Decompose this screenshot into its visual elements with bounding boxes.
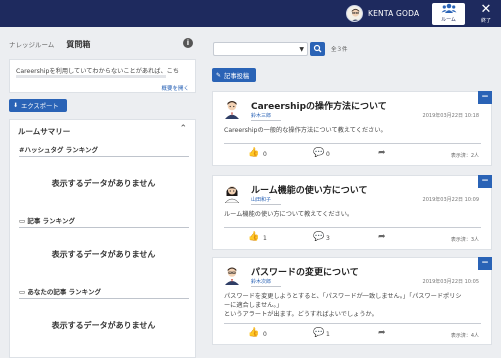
post-title[interactable]: ルーム機能の使い方について <box>251 183 367 196</box>
room-button-label: ルーム <box>441 17 456 23</box>
edit-icon: ✎ <box>216 71 222 79</box>
post-date: 2019年03月22日 10:18 <box>422 113 479 119</box>
my-article-ranking-empty: 表示するデータがありません <box>51 321 156 330</box>
collapse-button[interactable]: − <box>478 257 492 270</box>
comment-icon[interactable]: 💬 <box>313 148 324 158</box>
post-divider <box>224 227 481 228</box>
search-button[interactable] <box>310 42 325 56</box>
post-card[interactable]: − ルーム機能の使い方について 山田和子 2019年03月22日 10:09 ル… <box>212 175 492 250</box>
post-author[interactable]: 山田和子 <box>251 196 281 205</box>
chevron-up-icon[interactable]: ⌃ <box>179 124 187 134</box>
my-article-ranking-heading: ▭ あなたの記事 ランキング <box>19 286 189 299</box>
info-icon[interactable]: i <box>183 38 193 48</box>
left-panel: ナレッジルーム 質問箱 i Careershipを利用していてわからないことがあ… <box>0 27 204 358</box>
export-button[interactable]: ⬇ エクスポート <box>9 99 67 112</box>
post-body: ルーム機能の使い方について教えてください。 <box>224 211 354 218</box>
summary-title: ルームサマリー <box>18 127 71 136</box>
like-count: 0 <box>263 151 267 158</box>
thumbs-up-icon[interactable]: 👍 <box>248 232 259 242</box>
chevron-down-icon: ▼ <box>299 46 304 53</box>
post-title[interactable]: パスワードの変更について <box>251 265 359 278</box>
author-avatar <box>223 265 241 285</box>
comment-icon[interactable]: 💬 <box>313 232 324 242</box>
post-author[interactable]: 鈴木次郎 <box>251 278 281 287</box>
export-button-label: エクスポート <box>21 103 59 110</box>
exit-button[interactable]: ✕ 終了 <box>474 3 498 25</box>
avatar <box>346 5 363 22</box>
comment-count: 3 <box>326 235 330 242</box>
thumbs-up-icon[interactable]: 👍 <box>248 148 259 158</box>
room-description: Careershipを利用していてわからないことがあれば、こち 概要を開く <box>9 59 196 93</box>
share-icon[interactable]: ➦ <box>378 328 386 338</box>
filter-select[interactable]: ▼ <box>213 42 308 56</box>
collapse-button[interactable]: − <box>478 91 492 104</box>
breadcrumb-root[interactable]: ナレッジルーム <box>9 41 54 49</box>
view-count: 表示済：2人 <box>450 153 479 159</box>
like-count: 1 <box>263 235 267 242</box>
post-divider <box>224 323 481 324</box>
comment-count: 1 <box>326 331 330 338</box>
post-divider <box>224 143 481 144</box>
new-post-button[interactable]: ✎ 記事投稿 <box>212 68 256 82</box>
like-count: 0 <box>263 331 267 338</box>
description-faded-line <box>16 74 186 79</box>
close-icon: ✕ <box>480 2 492 17</box>
room-button[interactable]: ルーム <box>432 3 465 25</box>
share-icon[interactable]: ➦ <box>378 232 386 242</box>
download-icon: ⬇ <box>13 102 19 109</box>
search-icon <box>313 44 322 58</box>
breadcrumb: ナレッジルーム 質問箱 <box>9 39 90 50</box>
username: KENTA GODA <box>368 9 420 18</box>
author-avatar <box>223 183 241 204</box>
hashtag-ranking-label: #ハッシュタグ ランキング <box>19 146 99 154</box>
post-body-line: ーに適合しません。」 <box>224 302 283 309</box>
post-body: Careershipの一般的な操作方法について教えてください。 <box>224 127 387 134</box>
hashtag-ranking-empty: 表示するデータがありません <box>51 179 156 188</box>
user-menu[interactable]: KENTA GODA <box>346 4 419 23</box>
page-title: 質問箱 <box>66 40 91 49</box>
view-count: 表示済：4人 <box>450 333 479 339</box>
post-body-line: パスワードを変更しようとすると、「パスワードが一致しません。」「パスワードポリシ <box>224 293 462 300</box>
thumbs-up-icon[interactable]: 👍 <box>248 328 259 338</box>
post-card[interactable]: − Careershipの操作方法について 鈴木三郎 2019年03月22日 1… <box>212 91 492 166</box>
post-title[interactable]: Careershipの操作方法について <box>251 99 387 112</box>
share-icon[interactable]: ➦ <box>378 148 386 158</box>
author-avatar <box>223 99 241 119</box>
post-body-line: というアラートが出ます。どうすればよいでしょうか。 <box>224 311 378 318</box>
top-bar: KENTA GODA ルーム ✕ 終了 <box>0 0 501 27</box>
exit-button-label: 終了 <box>480 18 491 24</box>
post-card[interactable]: − パスワードの変更について 鈴木次郎 2019年03月22日 10:05 パス… <box>212 257 492 345</box>
collapse-button[interactable]: − <box>478 175 492 188</box>
article-ranking-heading: ▭ 記事 ランキング <box>19 215 189 228</box>
post-date: 2019年03月22日 10:05 <box>422 279 479 285</box>
users-icon <box>441 3 457 16</box>
view-count: 表示済：3人 <box>450 237 479 243</box>
expand-description-link[interactable]: 概要を開く <box>161 84 189 92</box>
article-ranking-empty: 表示するデータがありません <box>51 250 156 259</box>
new-post-label: 記事投稿 <box>224 72 250 80</box>
post-date: 2019年03月22日 10:09 <box>422 197 479 203</box>
article-ranking-label: 記事 ランキング <box>27 217 75 225</box>
my-article-ranking-label: あなたの記事 ランキング <box>27 288 101 296</box>
post-author[interactable]: 鈴木三郎 <box>251 112 281 121</box>
room-summary: ルームサマリー ⌃ #ハッシュタグ ランキング 表示するデータがありません ▭ … <box>9 119 196 358</box>
comment-count: 0 <box>326 151 330 158</box>
hashtag-ranking-heading: #ハッシュタグ ランキング <box>19 144 189 157</box>
comment-icon[interactable]: 💬 <box>313 328 324 338</box>
result-count: 全３件 <box>331 47 348 53</box>
